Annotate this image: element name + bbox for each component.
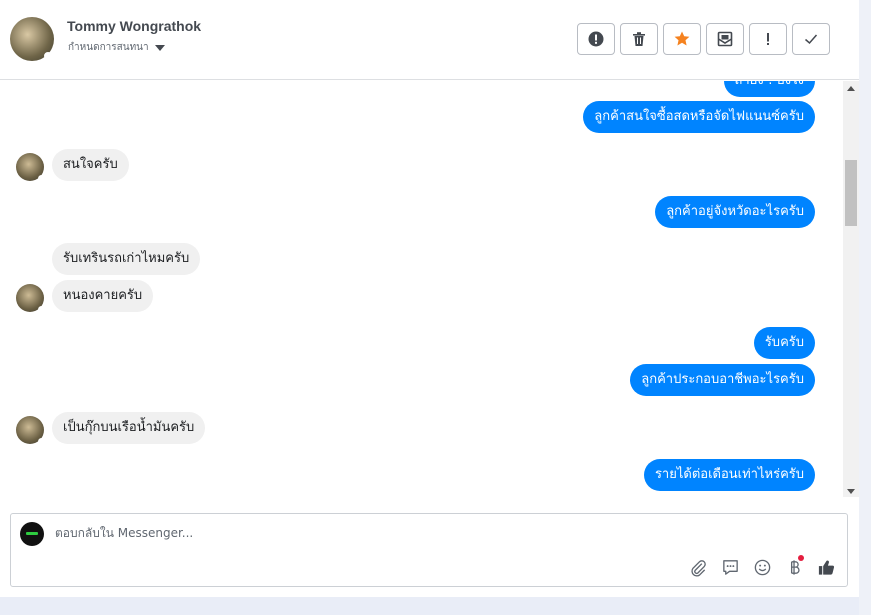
reply-composer <box>10 513 848 587</box>
trash-icon <box>633 32 645 46</box>
outgoing-message: ถ้ายัง ! ยังไง <box>723 81 815 97</box>
outgoing-message: รับครับ <box>753 327 815 359</box>
page-avatar <box>20 522 44 546</box>
star-icon <box>674 31 690 46</box>
spam-button[interactable] <box>577 23 615 55</box>
conversation-actions <box>577 23 830 55</box>
star-button[interactable] <box>663 23 701 55</box>
outgoing-message: ลูกค้าสนใจซื้อสดหรือจัดไฟแนนซ์ครับ <box>583 101 815 133</box>
emoji-button[interactable] <box>751 556 773 578</box>
saved-replies-button[interactable] <box>719 556 741 578</box>
alert-circle-icon <box>588 31 604 47</box>
sender-avatar[interactable] <box>16 153 45 182</box>
sender-avatar[interactable] <box>16 284 45 313</box>
exclamation-icon <box>767 33 769 45</box>
done-button[interactable] <box>792 23 830 55</box>
check-icon <box>805 34 818 45</box>
delete-button[interactable] <box>620 23 658 55</box>
attach-file-button[interactable] <box>687 556 709 578</box>
message-thread[interactable]: ถ้ายัง ! ยังไง ลูกค้าสนใจซื้อสดหรือจัดไฟ… <box>0 81 843 497</box>
notification-dot <box>798 555 804 561</box>
avatar-status-dot <box>44 52 52 60</box>
like-icon <box>818 559 834 575</box>
message-scrollbar[interactable] <box>843 81 859 497</box>
emoji-icon <box>754 559 770 575</box>
sender-avatar[interactable] <box>16 416 45 445</box>
contact-name[interactable]: Tommy Wongrathok <box>67 18 201 34</box>
mark-unread-button[interactable] <box>706 23 744 55</box>
incoming-message: เป็นกุ๊กบนเรือน้ำมันครับ <box>52 412 206 444</box>
caret-down-icon <box>154 44 165 51</box>
quick-reply-icon <box>722 559 738 575</box>
conversation-status-dropdown[interactable]: กำหนดการสนทนา <box>68 40 165 55</box>
follow-up-button[interactable] <box>749 23 787 55</box>
scroll-up-arrow-icon[interactable] <box>847 86 855 91</box>
conversation-panel: Tommy Wongrathok กำหนดการสนทนา ลูกค้าสนใ… <box>0 0 859 597</box>
conversation-header: Tommy Wongrathok กำหนดการสนทนา <box>0 0 859 80</box>
scrollbar-thumb[interactable] <box>845 160 857 226</box>
composer-tools <box>687 555 837 578</box>
payment-button[interactable] <box>783 555 805 578</box>
incoming-message: รับเทรินรถเก่าไหมครับ <box>52 243 201 275</box>
conversation-status-label: กำหนดการสนทนา <box>68 42 149 53</box>
scroll-down-arrow-icon[interactable] <box>847 489 855 494</box>
paperclip-icon <box>690 559 706 577</box>
window-edge <box>859 0 871 615</box>
incoming-message: หนองคายครับ <box>52 280 154 312</box>
reply-input[interactable] <box>55 526 815 540</box>
incoming-message: สนใจครับ <box>52 149 129 181</box>
like-button[interactable] <box>815 556 837 578</box>
outgoing-message: ลูกค้าประกอบอาชีพอะไรครับ <box>630 364 815 396</box>
outgoing-message: ลูกค้าอยู่จังหวัดอะไรครับ <box>655 196 815 228</box>
outgoing-message: รายได้ต่อเดือนเท่าไหร่ครับ <box>643 459 815 491</box>
envelope-icon <box>717 31 733 47</box>
